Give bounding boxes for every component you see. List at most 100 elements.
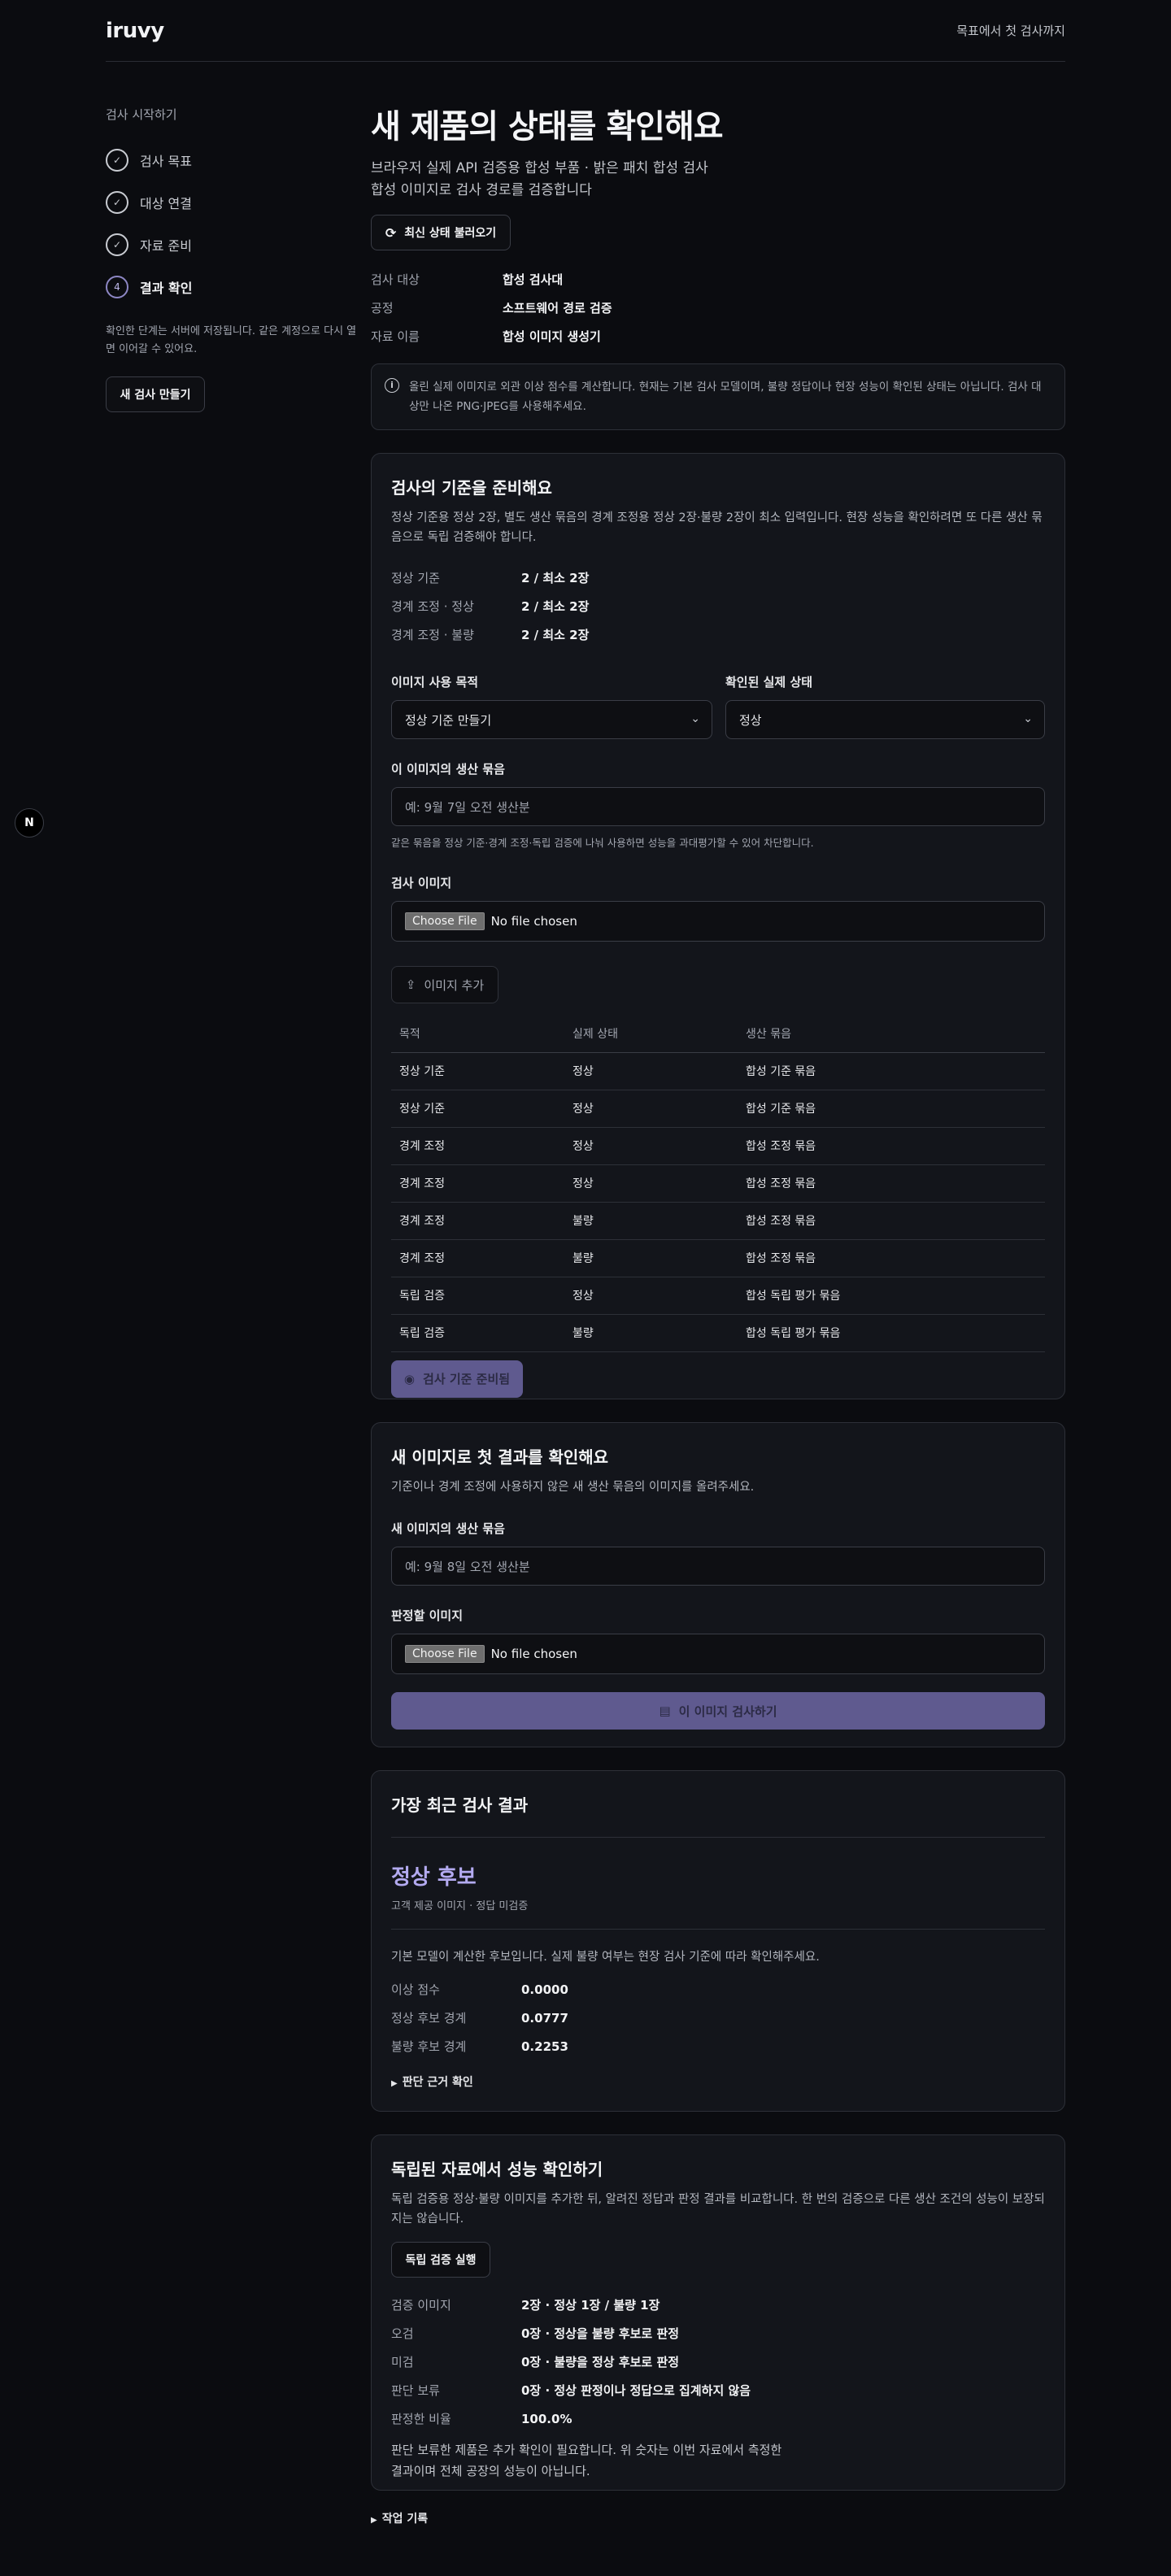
sidebar-step-target[interactable]: ✓ 대상 연결 [106,181,358,224]
model-notice: i 올린 실제 이미지로 외관 이상 점수를 계산합니다. 현재는 기본 검사 … [371,363,1065,430]
sidebar-step-data[interactable]: ✓ 자료 준비 [106,224,358,266]
cell: 합성 조정 묶음 [738,1202,1045,1240]
latest-result-card: 가장 최근 검사 결과 정상 후보 고객 제공 이미지 · 정답 미검증 기본 … [371,1770,1065,2112]
footnote-line: 결과이며 전체 공장의 성능이 아닙니다. [391,2464,590,2478]
choose-file-button[interactable]: Choose File [405,1645,485,1663]
cell: 정상 [564,1090,738,1128]
metric-key: 이상 점수 [391,1982,440,1997]
new-batch-input[interactable]: 예: 9월 8일 오전 생산분 [391,1547,1045,1586]
chevron-down-icon: ⌄ [690,712,700,725]
cell: 합성 독립 평가 묶음 [738,1277,1045,1315]
file-status: No file chosen [490,1647,577,1661]
cell: 정상 기준 [391,1090,564,1128]
sidebar-step-result[interactable]: 4 결과 확인 [106,266,358,308]
cell: 정상 [564,1052,738,1090]
page-subtitle: 브라우저 실제 API 검증용 합성 부품 · 밝은 패치 합성 검사 합성 이… [371,158,1065,202]
table-row: 경계 조정 불량 합성 조정 묶음 [391,1239,1045,1277]
sidebar-step-goal[interactable]: ✓ 검사 목표 [106,139,358,181]
perf-metrics: 검증 이미지 2장 · 정상 1장 / 불량 1장 오검 0장 · 정상을 불량 후… [391,2291,1045,2433]
add-image-button[interactable]: ⇪ 이미지 추가 [391,966,498,1003]
judge-file-input[interactable]: Choose File No file chosen [391,1634,1045,1674]
metric-key: 판정한 비율 [391,2412,451,2426]
info-key: 공정 [371,301,394,315]
metric-value: 2장 · 정상 1장 / 불량 1장 [521,2298,660,2313]
table-row: 정상 기준 정상 합성 기준 묶음 [391,1052,1045,1090]
table-row: 독립 검증 불량 합성 독립 평가 묶음 [391,1314,1045,1352]
metric-key: 검증 이미지 [391,2298,451,2313]
page-title: 새 제품의 상태를 확인해요 [371,108,724,146]
independent-verify-button[interactable]: 독립 검증 실행 [391,2242,490,2278]
goal-link[interactable]: 목표에서 첫 검사까지 [956,22,1065,39]
new-inspection-button[interactable]: 새 검사 만들기 [106,376,205,412]
choose-file-button[interactable]: Choose File [405,912,485,930]
inspect-label: 이 이미지 검사하기 [678,1704,777,1719]
check-circle-icon: ◉ [403,1371,416,1386]
chevron-down-icon: ⌄ [1023,712,1033,725]
state-select[interactable]: 정상 ⌄ [725,700,1045,739]
table-row: 경계 조정 정상 합성 조정 묶음 [391,1164,1045,1203]
batch-hint: 같은 묶음을 정상 기준·경계 조정·독립 검증에 나눠 사용하면 성능을 과대… [391,837,814,849]
cell: 불량 [564,1239,738,1277]
latest-metrics: 이상 점수 0.0000 정상 후보 경계 0.0777 불량 후보 경계 0.225… [391,1975,1045,2060]
state-label: 확인된 실제 상태 [725,675,813,690]
cell: 합성 조정 묶음 [738,1127,1045,1165]
info-value: 소프트웨어 경로 검증 [503,301,612,315]
step-label: 대상 연결 [140,196,192,211]
latest-title: 가장 최근 검사 결과 [391,1795,529,1815]
cell: 독립 검증 [391,1314,564,1352]
reason-label: 판단 근거 확인 [402,2076,473,2089]
first-desc: 기준이나 경계 조정에 사용하지 않은 새 생산 묶음의 이미지를 올려주세요. [391,1481,755,1494]
count-key: 정상 기준 [391,571,440,585]
divider [391,1929,1045,1930]
image-file-input[interactable]: Choose File No file chosen [391,901,1045,942]
metric-value: 0장 · 불량을 정상 후보로 판정 [521,2355,680,2369]
reason-toggle[interactable]: ▶ 판단 근거 확인 [391,2073,1045,2090]
batch-label: 이 이미지의 생산 묶음 [391,762,505,777]
table-row: 독립 검증 정상 합성 독립 평가 묶음 [391,1277,1045,1315]
upload-icon: ⇪ [405,977,416,992]
result-label: 정상 후보 [391,1865,477,1890]
purpose-value: 정상 기준 만들기 [405,712,492,728]
metric-value: 0.0000 [521,1982,568,1997]
result-sub: 고객 제공 이미지 · 정답 미검증 [391,1900,529,1912]
purpose-select[interactable]: 정상 기준 만들기 ⌄ [391,700,712,739]
cell: 정상 [564,1277,738,1315]
state-value: 정상 [739,712,762,728]
column-header: 실제 상태 [564,1015,738,1053]
column-header: 생산 묶음 [738,1015,1045,1053]
cell: 경계 조정 [391,1127,564,1165]
inspect-image-button[interactable]: ▤ 이 이미지 검사하기 [391,1692,1045,1730]
criteria-ready-button[interactable]: ◉ 검사 기준 준비됨 [391,1360,523,1398]
check-icon: ✓ [106,233,128,256]
metric-value: 100.0% [521,2411,572,2426]
metric-value: 0.2253 [521,2039,568,2054]
step-label: 자료 준비 [140,238,192,254]
cell: 경계 조정 [391,1202,564,1240]
performance-card: 독립된 자료에서 성능 확인하기 독립 검증용 정상·불량 이미지를 추가한 뒤… [371,2134,1065,2491]
work-log-label: 작업 기록 [381,2513,429,2526]
logo[interactable]: iruvy [106,19,164,43]
metric-key: 미검 [391,2355,414,2369]
criteria-card: 검사의 기준을 준비해요 정상 기준용 정상 2장, 별도 생산 묶음의 경계 … [371,453,1065,1399]
table-row: 경계 조정 불량 합성 조정 묶음 [391,1202,1045,1240]
check-icon: ✓ [106,149,128,172]
perf-desc: 독립 검증용 정상·불량 이미지를 추가한 뒤, 알려진 정답과 판정 결과를 … [391,2193,1045,2226]
target-info: 검사 대상 합성 검사대 공정 소프트웨어 경로 검증 자료 이름 합성 이미지 생성… [371,265,1065,350]
metric-value: 0장 · 정상 판정이나 정답으로 집계하지 않음 [521,2383,751,2398]
criteria-title: 검사의 기준을 준비해요 [391,478,552,498]
subtitle-line: 합성 이미지로 검사 경로를 검증합니다 [371,182,592,198]
refresh-label: 최신 상태 불러오기 [404,227,497,240]
add-image-label: 이미지 추가 [424,977,485,993]
batch-input[interactable]: 예: 9월 7일 오전 생산분 [391,787,1045,826]
refresh-button[interactable]: ⟳ 최신 상태 불러오기 [371,215,511,250]
count-value: 2 / 최소 2장 [521,571,590,585]
metric-value: 0.0777 [521,2010,568,2026]
work-log-toggle[interactable]: ▶ 작업 기록 [371,2510,1065,2526]
cell: 합성 조정 묶음 [738,1239,1045,1277]
subtitle-line: 브라우저 실제 API 검증용 합성 부품 · 밝은 패치 합성 검사 [371,160,708,176]
floating-badge-icon[interactable]: N [15,808,44,838]
image-table: 목적 실제 상태 생산 묶음 정상 기준 정상 합성 기준 묶음 정상 기준 정상 합성… [391,1015,1045,1352]
info-value: 합성 이미지 생성기 [503,329,601,344]
sidebar-note: 확인한 단계는 서버에 저장됩니다. 같은 계정으로 다시 열면 이어갈 수 있… [106,325,357,355]
cell: 합성 기준 묶음 [738,1090,1045,1128]
